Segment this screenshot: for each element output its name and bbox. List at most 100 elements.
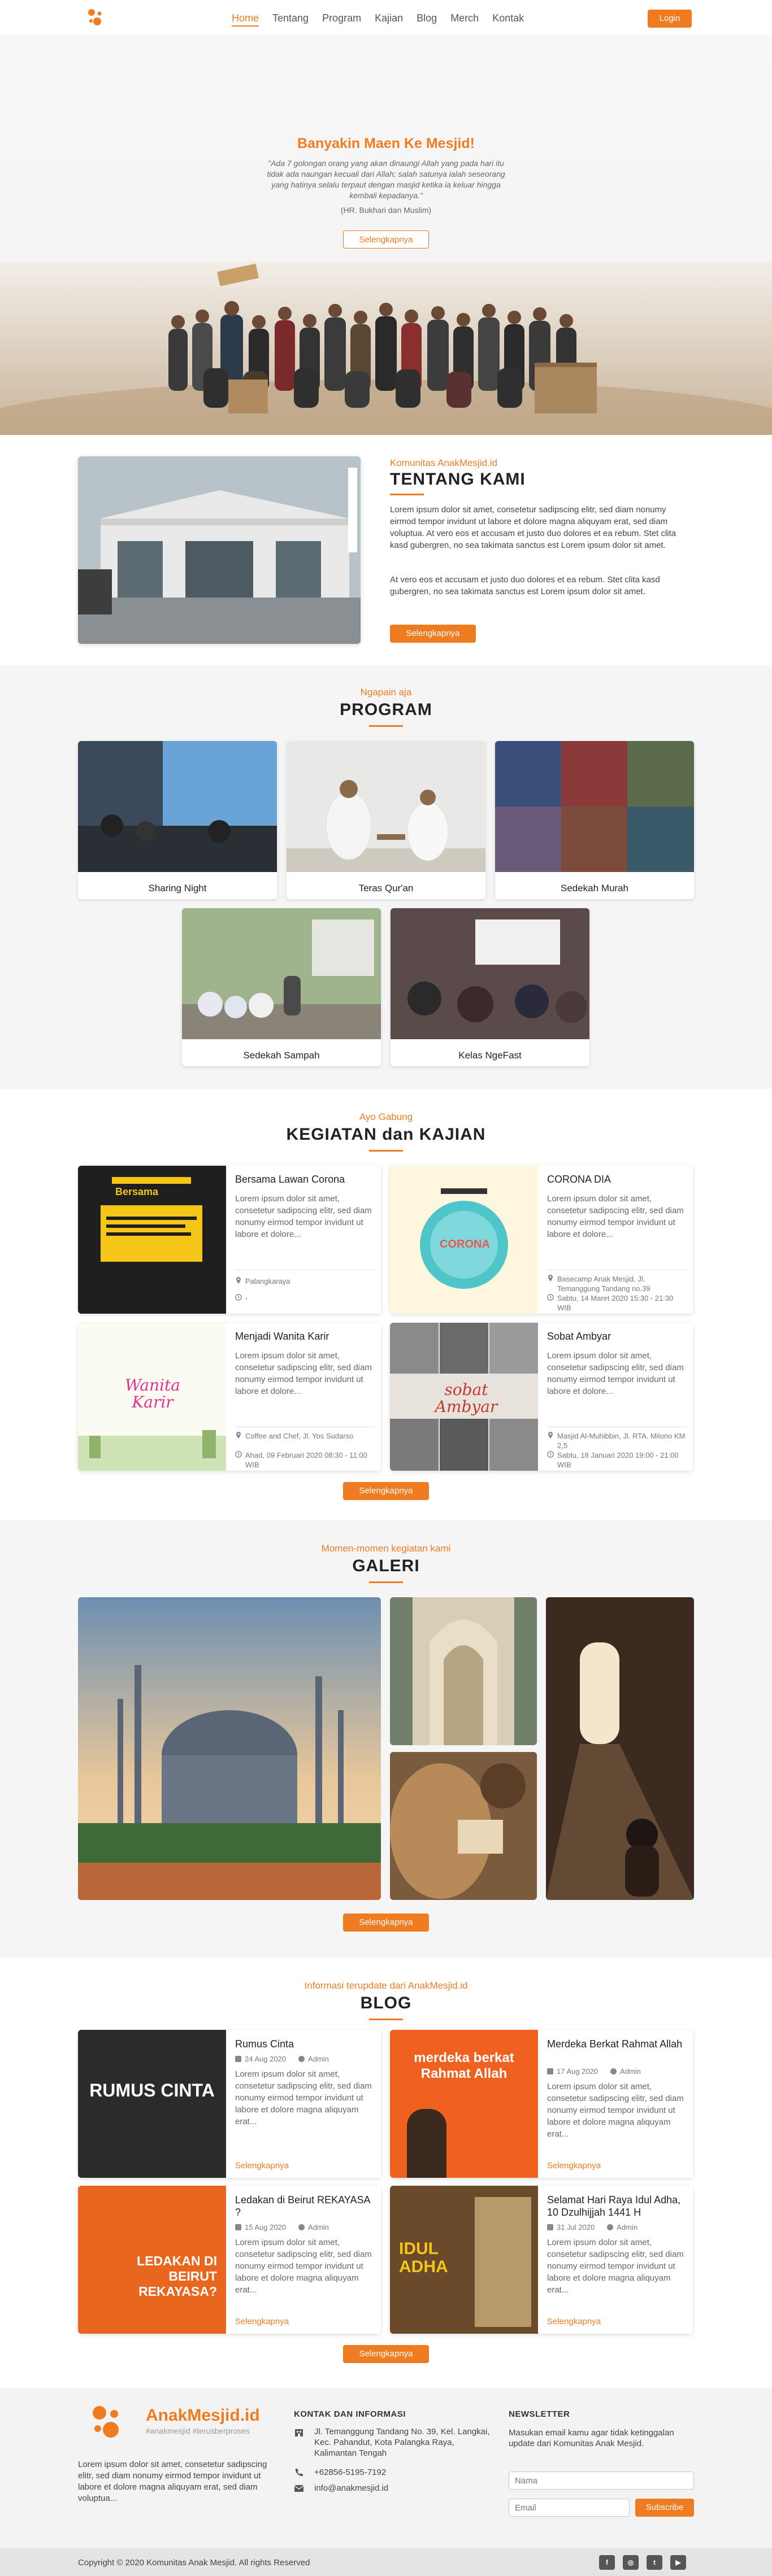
about-more-button[interactable]: Selengkapnya bbox=[390, 625, 476, 643]
blog-read-more-link[interactable]: Selengkapnya bbox=[235, 2161, 289, 2170]
blog-card[interactable]: IDUL ADHA Selamat Hari Raya Idul Adha, 1… bbox=[390, 2186, 693, 2334]
event-title[interactable]: Menjadi Wanita Karir bbox=[235, 1331, 329, 1343]
facebook-icon[interactable]: f bbox=[599, 2555, 615, 2570]
event-location: Masjid Al-Muhibbin, Jl. RTA. Milono KM 2… bbox=[547, 1431, 686, 1450]
blog-author: Admin bbox=[620, 2067, 641, 2076]
nav-tentang[interactable]: Tentang bbox=[272, 12, 309, 27]
event-title[interactable]: Bersama Lawan Corona bbox=[235, 1174, 345, 1185]
location-pin-icon bbox=[236, 1277, 241, 1284]
event-time: Sabtu, 18 Januari 2020 19:00 - 21:00 WIB bbox=[547, 1450, 686, 1470]
user-icon bbox=[607, 2224, 614, 2230]
clock-icon bbox=[547, 1294, 554, 1301]
galeri-title: GALERI bbox=[352, 1557, 420, 1575]
hero-more-button[interactable]: Selengkapnya bbox=[343, 230, 429, 249]
event-card[interactable]: sobat Ambyar Sobat Ambyar Lorem ipsum do… bbox=[390, 1323, 693, 1471]
blog-card[interactable]: LEDAKAN DI BEIRUT REKAYASA? Ledakan di B… bbox=[78, 2186, 381, 2334]
user-icon bbox=[610, 2068, 617, 2074]
blog-read-more-link[interactable]: Selengkapnya bbox=[547, 2161, 601, 2170]
blog-author: Admin bbox=[308, 2223, 329, 2231]
event-card[interactable]: Bersama Bersama Lawan Corona Lorem ipsum… bbox=[78, 1166, 381, 1314]
login-button[interactable]: Login bbox=[648, 10, 692, 28]
blog-title[interactable]: Merdeka Berkat Rahmat Allah bbox=[547, 2038, 686, 2050]
youtube-icon[interactable]: ▶ bbox=[670, 2555, 686, 2570]
program-card-label: Teras Qur'an bbox=[358, 883, 414, 893]
nav-home[interactable]: Home bbox=[232, 12, 259, 27]
event-location: Basecamp Anak Mesjid, Jl. Temanggung Tan… bbox=[547, 1274, 686, 1293]
phone-icon bbox=[295, 2469, 303, 2477]
about-title-bar bbox=[390, 494, 424, 495]
program-card-sedekah-sampah[interactable]: Sedekah Sampah bbox=[182, 908, 381, 1066]
galeri-subtitle: Momen-momen kegiatan kami bbox=[321, 1543, 451, 1554]
gallery-image-corridor[interactable] bbox=[390, 1597, 537, 1745]
twitter-icon[interactable]: t bbox=[647, 2555, 662, 2570]
nav-merch[interactable]: Merch bbox=[450, 12, 479, 27]
event-description: Lorem ipsum dolor sit amet, consetetur s… bbox=[235, 1351, 372, 1396]
kajian-more-button[interactable]: Selengkapnya bbox=[343, 1482, 429, 1500]
program-card-label: Sedekah Sampah bbox=[243, 1050, 320, 1061]
program-card-label: Sharing Night bbox=[148, 883, 207, 893]
event-description: Lorem ipsum dolor sit amet, consetetur s… bbox=[547, 1194, 684, 1239]
kajian-subtitle: Ayo Gabung bbox=[359, 1112, 413, 1122]
top-navigation: Home Tentang Program Kajian Blog Merch K… bbox=[0, 0, 772, 35]
blog-meta: 31 Jul 2020 Admin bbox=[547, 2223, 637, 2231]
blog-image-text: IDUL ADHA bbox=[399, 2239, 448, 2276]
user-icon bbox=[298, 2224, 305, 2230]
teras-quran-image bbox=[287, 741, 485, 872]
footer-brand: AnakMesjid.id bbox=[146, 2406, 260, 2425]
blog-more-button[interactable]: Selengkapnya bbox=[343, 2345, 429, 2363]
kajian-title-bar bbox=[369, 1150, 403, 1152]
nav-blog[interactable]: Blog bbox=[417, 12, 437, 27]
program-card-sedekah-murah[interactable]: Sedekah Murah bbox=[495, 741, 694, 899]
about-section: Komunitas AnakMesjid.id TENTANG KAMI Lor… bbox=[0, 435, 772, 665]
nav-kontak[interactable]: Kontak bbox=[492, 12, 524, 27]
corona-poster-text: CORONA bbox=[440, 1238, 490, 1250]
program-card-sharing-night[interactable]: Sharing Night bbox=[78, 741, 277, 899]
blog-card[interactable]: merdeka berkat Rahmat Allah Merdeka Berk… bbox=[390, 2030, 693, 2178]
calendar-icon bbox=[547, 2224, 553, 2230]
nav-kajian[interactable]: Kajian bbox=[375, 12, 403, 27]
gallery-image-window[interactable] bbox=[546, 1597, 694, 1900]
nav-program[interactable]: Program bbox=[322, 12, 361, 27]
blog-card[interactable]: RUMUS CINTA Rumus Cinta 24 Aug 2020 Admi… bbox=[78, 2030, 381, 2178]
event-time: - bbox=[235, 1293, 374, 1303]
footer: AnakMesjid.id #anakmesjid #terusberprose… bbox=[0, 2388, 772, 2548]
contact-phone[interactable]: +62856-5195-7192 bbox=[294, 2467, 495, 2478]
hero-section: Banyakin Maen Ke Mesjid! "Ada 7 golongan… bbox=[0, 35, 772, 435]
event-card[interactable]: Wanita Karir Menjadi Wanita Karir Lorem … bbox=[78, 1323, 381, 1471]
event-location: Palangkaraya bbox=[235, 1276, 374, 1286]
program-card-kelas-ngefast[interactable]: Kelas NgeFast bbox=[391, 908, 589, 1066]
event-location: Coffee and Chef, Jl. Yos Sudarso bbox=[235, 1431, 374, 1441]
blog-title[interactable]: Selamat Hari Raya Idul Adha, 10 Dzulhijj… bbox=[547, 2194, 686, 2218]
newsletter-description: Masukan email kamu agar tidak ketinggala… bbox=[509, 2428, 674, 2448]
newsletter-email-input[interactable] bbox=[509, 2499, 630, 2517]
blog-read-more-link[interactable]: Selengkapnya bbox=[547, 2317, 601, 2326]
galeri-more-button[interactable]: Selengkapnya bbox=[343, 1914, 429, 1932]
program-card-teras-quran[interactable]: Teras Qur'an bbox=[287, 741, 485, 899]
galeri-section: Momen-momen kegiatan kami GALERI Selengk… bbox=[0, 1520, 772, 1958]
about-paragraph-2: At vero eos et accusam et justo duo dolo… bbox=[390, 575, 660, 596]
subscribe-button[interactable]: Subscribe bbox=[635, 2499, 694, 2517]
site-logo-icon[interactable] bbox=[86, 7, 106, 27]
event-title[interactable]: Sobat Ambyar bbox=[547, 1331, 611, 1343]
gallery-image-reading[interactable] bbox=[390, 1752, 537, 1900]
blog-image-panel bbox=[475, 2197, 531, 2327]
event-card[interactable]: CORONA CORONA DIA Lorem ipsum dolor sit … bbox=[390, 1166, 693, 1314]
instagram-icon[interactable]: ◎ bbox=[623, 2555, 639, 2570]
program-card-label: Sedekah Murah bbox=[560, 883, 629, 893]
event-title[interactable]: CORONA DIA bbox=[547, 1174, 611, 1185]
blog-title[interactable]: Rumus Cinta bbox=[235, 2038, 374, 2050]
hero-cite: (HR. Bukhari dan Muslim) bbox=[340, 206, 432, 215]
gallery-image-mosque[interactable] bbox=[78, 1597, 381, 1900]
clock-icon bbox=[547, 1451, 554, 1458]
sedekah-sampah-image bbox=[182, 908, 381, 1039]
blog-image-figure bbox=[407, 2109, 446, 2178]
location-pin-icon bbox=[548, 1275, 553, 1282]
blog-read-more-link[interactable]: Selengkapnya bbox=[235, 2317, 289, 2326]
contact-email[interactable]: info@anakmesjid.id bbox=[294, 2483, 495, 2494]
blog-date: 15 Aug 2020 bbox=[245, 2223, 287, 2231]
blog-title[interactable]: Ledakan di Beirut REKAYASA ? bbox=[235, 2194, 374, 2218]
sharing-night-image bbox=[78, 741, 277, 872]
blog-image-text: RUMUS CINTA bbox=[89, 2080, 215, 2100]
blog-description: Lorem ipsum dolor sit amet, consetetur s… bbox=[235, 2069, 372, 2126]
newsletter-name-input[interactable] bbox=[509, 2472, 694, 2490]
